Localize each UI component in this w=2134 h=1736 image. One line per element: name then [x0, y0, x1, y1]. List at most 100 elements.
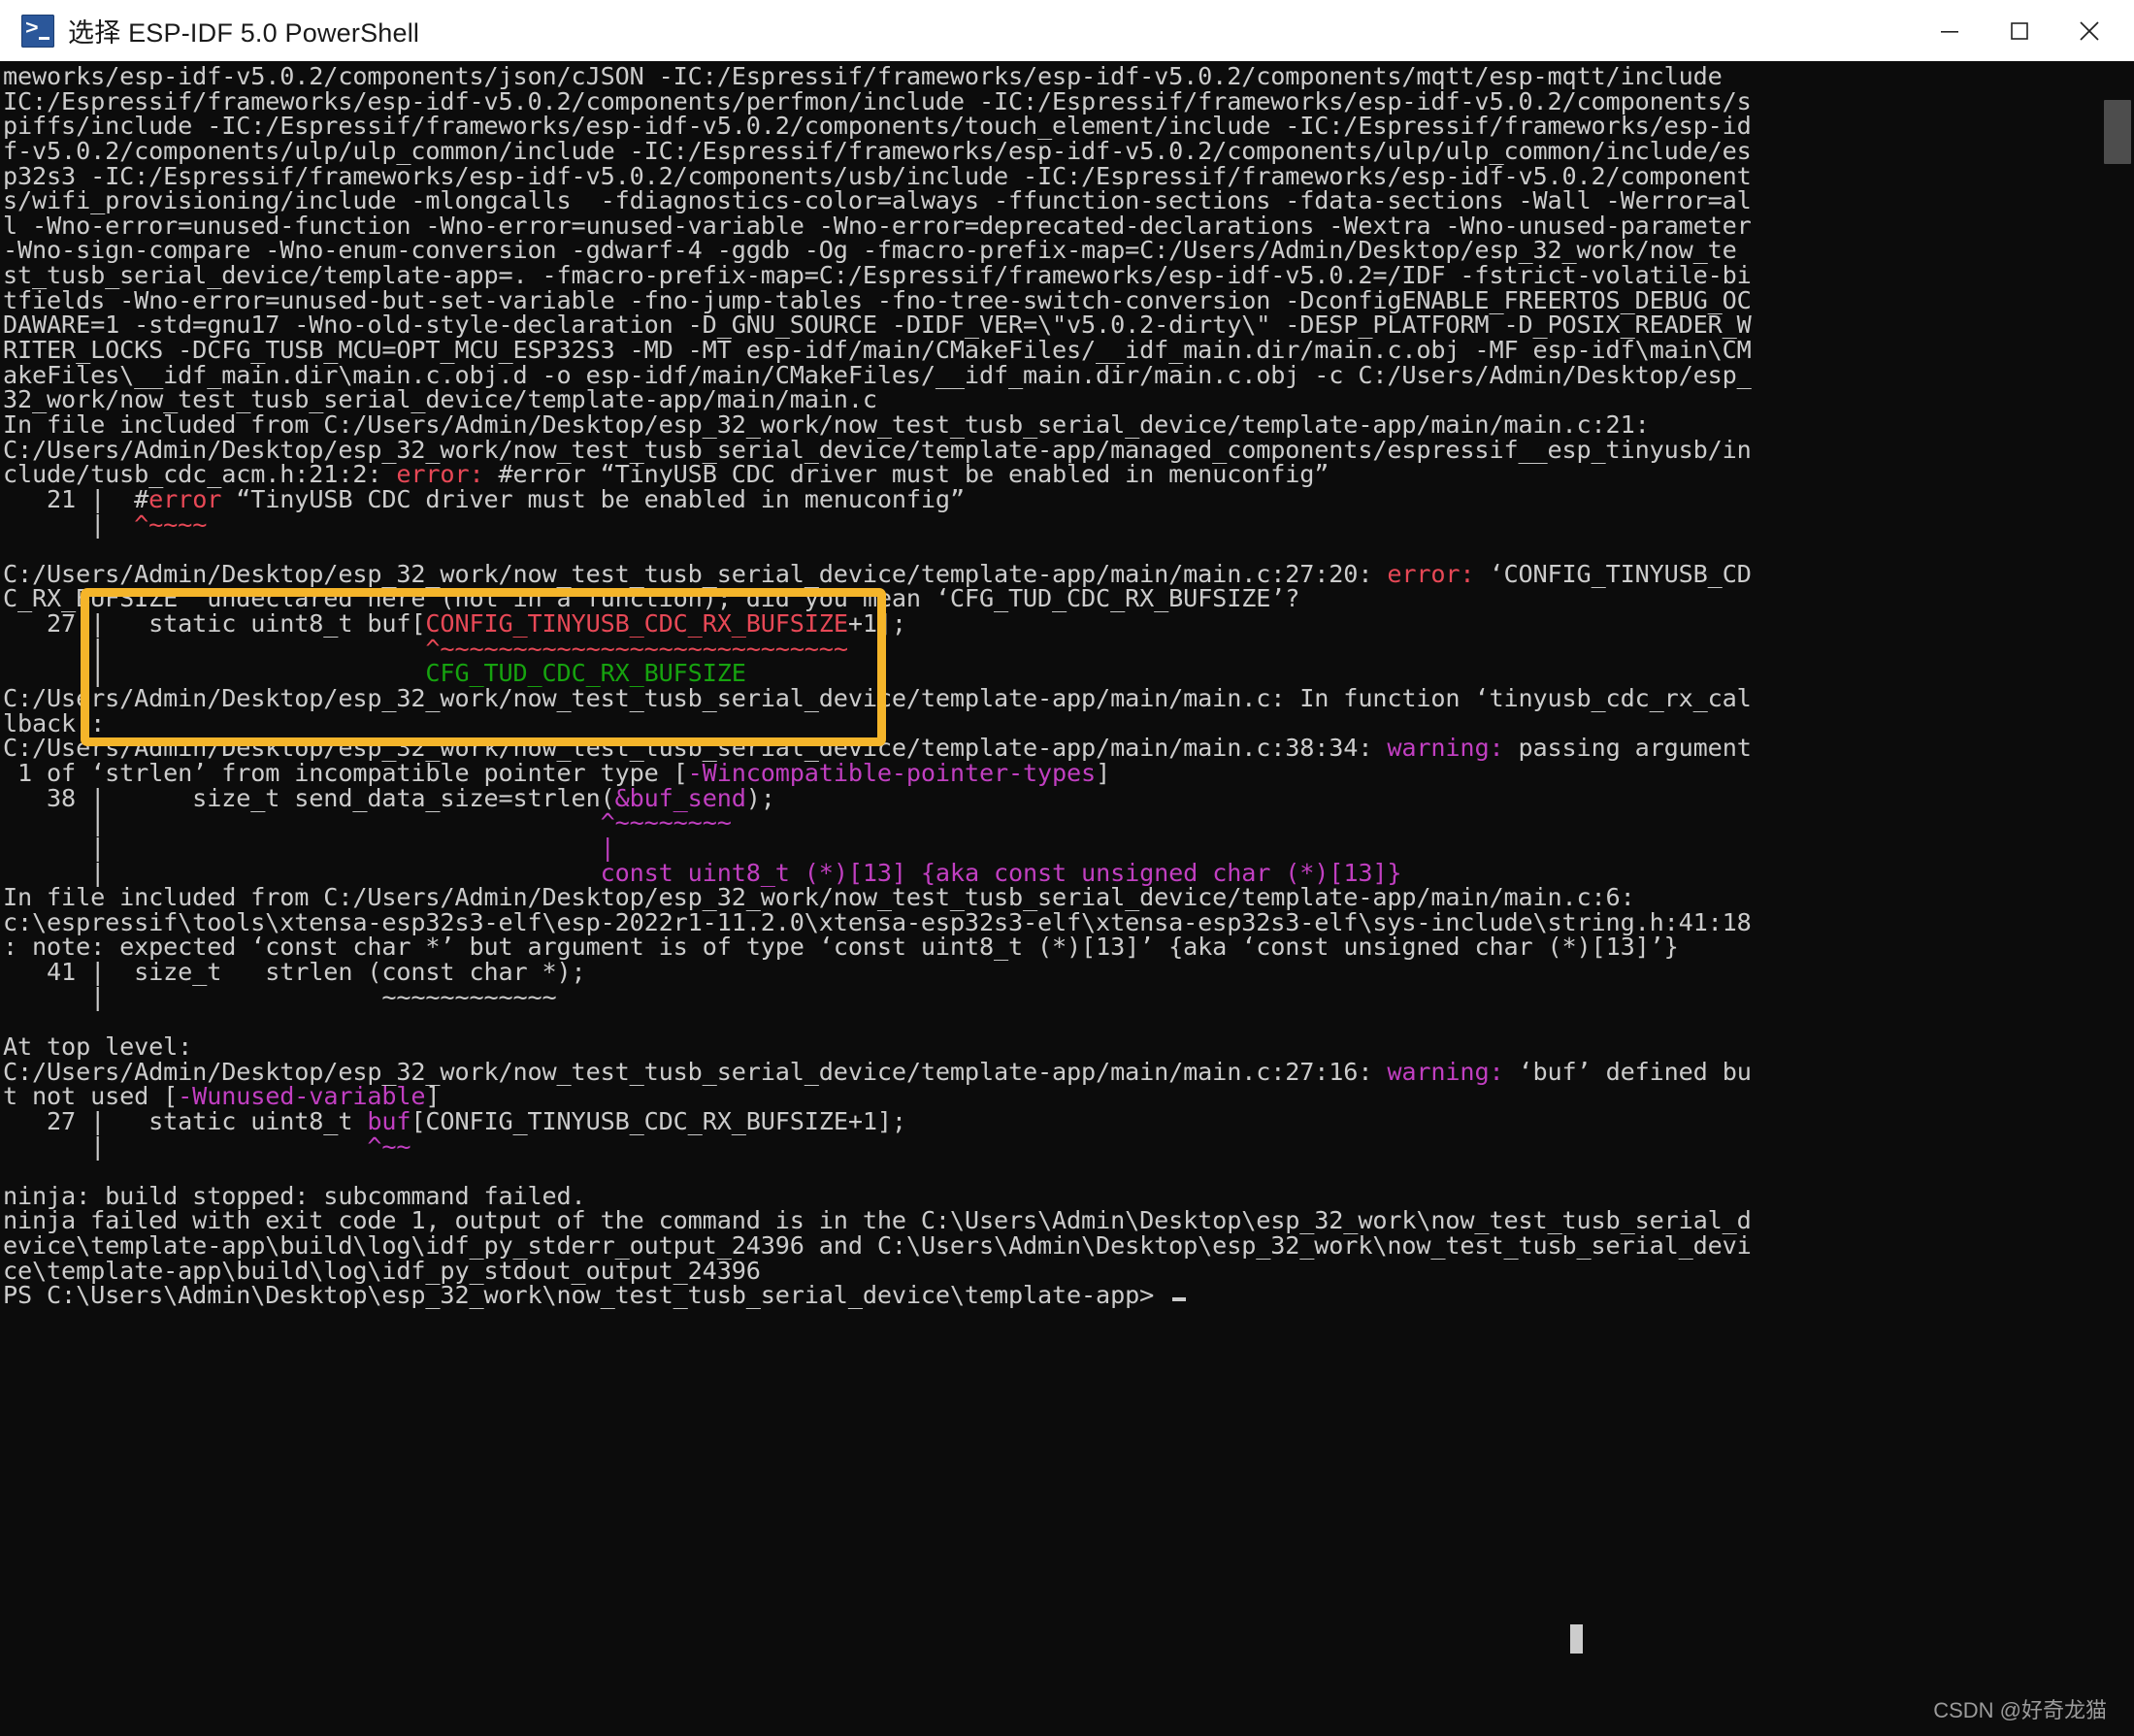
console-text-run: -Wincompatible-pointer-types: [687, 758, 1097, 787]
console-text-run: C_RX_BUFSIZE’ undeclared here (not in a …: [3, 584, 1300, 613]
console-text-run: st_tusb_serial_device/template-app=. -fm…: [3, 261, 1752, 290]
vertical-scrollbar[interactable]: [2101, 61, 2134, 1736]
console-text-run: CFG_TUD_CDC_RX_BUFSIZE: [425, 659, 746, 688]
console-text-run: ^~~~~: [134, 509, 208, 539]
console-text-run: PS C:\Users\Admin\Desktop\esp_32_work\no…: [3, 1281, 1169, 1310]
console-text-run: t not used [: [3, 1082, 179, 1111]
console-text-run: At top level:: [3, 1032, 193, 1061]
console-text-run: 32_work/now_test_tusb_serial_device/temp…: [3, 385, 877, 414]
console-text-run: “TinyUSB CDC driver must be enabled in m…: [221, 484, 965, 513]
console-text-run: IC:/Espressif/frameworks/esp-idf-v5.0.2/…: [3, 86, 1752, 115]
console-text-run: #error “TinyUSB CDC driver must be enabl…: [498, 460, 1330, 489]
console-text-run: const char *: [381, 958, 557, 987]
console-line: -Wno-sign-compare -Wno-enum-conversion -…: [3, 238, 2104, 263]
console-line: c:\espressif\tools\xtensa-esp32s3-elf\es…: [3, 907, 2104, 936]
console-text-run: error:: [396, 460, 499, 489]
titlebar-left: 选择 ESP-IDF 5.0 PowerShell: [0, 12, 1915, 49]
console-line: tfields -Wno-error=unused-but-set-variab…: [3, 285, 2104, 314]
console-text-run: meworks/esp-idf-v5.0.2/components/json/c…: [3, 62, 1723, 90]
window-titlebar[interactable]: 选择 ESP-IDF 5.0 PowerShell: [0, 0, 2134, 61]
console-text-run: |: [3, 833, 601, 862]
console-text-run: warning:: [1387, 734, 1519, 763]
console-text-run: buf: [367, 1106, 411, 1135]
console-text-run: piffs/include -IC:/Espressif/frameworks/…: [3, 112, 1752, 141]
console-text-run: |: [3, 1131, 368, 1161]
console-line: 38 | size_t send_data_size=strlen(&buf_s…: [3, 783, 2104, 812]
console-text-run: ‘buf’ defined bu: [1518, 1057, 1752, 1086]
console-line: l -Wno-error=unused-function -Wno-error=…: [3, 213, 2104, 239]
minimize-icon: [1941, 30, 1958, 33]
console-line: ce\template-app\build\log\idf_py_stdout_…: [3, 1256, 2104, 1285]
console-text-run: ninja failed with exit code 1, output of…: [3, 1206, 1752, 1235]
console-text-run: |: [3, 808, 601, 837]
console-line: meworks/esp-idf-v5.0.2/components/json/c…: [3, 64, 2104, 89]
maximize-button[interactable]: [1985, 0, 2054, 61]
console-text-run: clude/tusb_cdc_acm.h:21:2:: [3, 460, 397, 489]
console-line: : note: expected ‘const char *’ but argu…: [3, 934, 2104, 960]
console-text-run: C:/Users/Admin/Desktop/esp_32_work/now_t…: [3, 684, 1752, 713]
console-line: | ^~~~~~~~~: [3, 810, 2104, 835]
console-line: p32s3 -IC:/Espressif/frameworks/esp-idf-…: [3, 161, 2104, 190]
console-line: t not used [-Wunused-variable]: [3, 1084, 2104, 1109]
terminal-output-area[interactable]: meworks/esp-idf-v5.0.2/components/json/c…: [0, 61, 2134, 1736]
console-text-run: |: [3, 659, 426, 688]
console-text-run: ce\template-app\build\log\idf_py_stdout_…: [3, 1256, 761, 1285]
console-line: RITER_LOCKS -DCFG_TUSB_MCU=OPT_MCU_ESP32…: [3, 338, 2104, 363]
console-text-run: -Wno-sign-compare -Wno-enum-conversion -…: [3, 236, 1737, 265]
console-line: 1 of ‘strlen’ from incompatible pointer …: [3, 761, 2104, 786]
console-line: st_tusb_serial_device/template-app=. -fm…: [3, 263, 2104, 288]
text-cursor-block: [1570, 1624, 1583, 1654]
console-line: In file included from C:/Users/Admin/Des…: [3, 885, 2104, 910]
console-text-run: ‘CONFIG_TINYUSB_CD: [1489, 559, 1752, 588]
console-line: akeFiles\__idf_main.dir\main.c.obj.d -o …: [3, 360, 2104, 389]
console-line: | const uint8_t (*)[13] {aka const unsig…: [3, 858, 2104, 887]
console-text-run: evice\template-app\build\log\idf_py_stde…: [3, 1231, 1752, 1261]
csdn-watermark: CSDN @好奇龙猫: [1933, 1698, 2107, 1722]
console-text-run: l -Wno-error=unused-function -Wno-error=…: [3, 211, 1752, 240]
console-text-run: c:\espressif\tools\xtensa-esp32s3-elf\es…: [3, 907, 1752, 936]
console-text-run: ^~~~~~~~~: [600, 808, 732, 837]
console-text-run: C:/Users/Admin/Desktop/esp_32_work/now_t…: [3, 559, 1388, 588]
console-text-run: |: [3, 982, 382, 1011]
console-line: IC:/Espressif/frameworks/esp-idf-v5.0.2/…: [3, 86, 2104, 115]
console-text-run: passing argument: [1518, 734, 1752, 763]
console-text-run: C:/Users/Admin/Desktop/esp_32_work/now_t…: [3, 435, 1752, 464]
console-line: | ~~~~~~~~~~~~: [3, 982, 2104, 1011]
console-line: clude/tusb_cdc_acm.h:21:2: error: #error…: [3, 462, 2104, 487]
console-text-run: ninja: build stopped: subcommand failed.: [3, 1181, 586, 1210]
console-text-run: |: [600, 833, 615, 862]
console-text-run: lback’:: [3, 708, 106, 737]
console-text-run: CONFIG_TINYUSB_CDC_RX_BUFSIZE: [425, 609, 848, 639]
console-text-run: DAWARE=1 -std=gnu17 -Wno-old-style-decla…: [3, 311, 1752, 340]
minimize-button[interactable]: [1915, 0, 1985, 61]
console-text-run: In file included from C:/Users/Admin/Des…: [3, 409, 1650, 439]
console-text-run: C:/Users/Admin/Desktop/esp_32_work/now_t…: [3, 1057, 1388, 1086]
close-button[interactable]: [2054, 0, 2124, 61]
console-text-run: tfields -Wno-error=unused-but-set-variab…: [3, 285, 1752, 314]
console-text-run: );: [745, 783, 775, 812]
console-line: C:/Users/Admin/Desktop/esp_32_work/now_t…: [3, 1057, 2104, 1086]
console-text-run: error: [148, 484, 222, 513]
console-text-run: In file included from C:/Users/Admin/Des…: [3, 883, 1635, 912]
close-icon: [2080, 20, 2099, 41]
console-line: s/wifi_provisioning/include -mlongcalls …: [3, 188, 2104, 213]
console-text-run: p32s3 -IC:/Espressif/frameworks/esp-idf-…: [3, 161, 1752, 190]
console-text-run: 27 | static uint8_t: [3, 1106, 368, 1135]
scrollbar-thumb[interactable]: [2104, 100, 2131, 164]
powershell-window: 选择 ESP-IDF 5.0 PowerShell meworks/esp-id…: [0, 0, 2134, 1736]
console-line: C:/Users/Admin/Desktop/esp_32_work/now_t…: [3, 736, 2104, 761]
console-line: | CFG_TUD_CDC_RX_BUFSIZE: [3, 661, 2104, 686]
console-line: 27 | static uint8_t buf[CONFIG_TINYUSB_C…: [3, 1109, 2104, 1134]
console-text-run: ]: [1096, 758, 1111, 787]
console-line: C:/Users/Admin/Desktop/esp_32_work/now_t…: [3, 559, 2104, 588]
window-title: 选择 ESP-IDF 5.0 PowerShell: [68, 18, 420, 48]
console-line: PS C:\Users\Admin\Desktop\esp_32_work\no…: [3, 1283, 2104, 1308]
console-text-run: akeFiles\__idf_main.dir\main.c.obj.d -o …: [3, 360, 1752, 389]
prompt-cursor: [1172, 1297, 1187, 1302]
console-text-run: const uint8_t (*)[13] {aka const unsigne…: [600, 858, 1402, 887]
console-line: piffs/include -IC:/Espressif/frameworks/…: [3, 114, 2104, 139]
console-line: ninja failed with exit code 1, output of…: [3, 1208, 2104, 1233]
